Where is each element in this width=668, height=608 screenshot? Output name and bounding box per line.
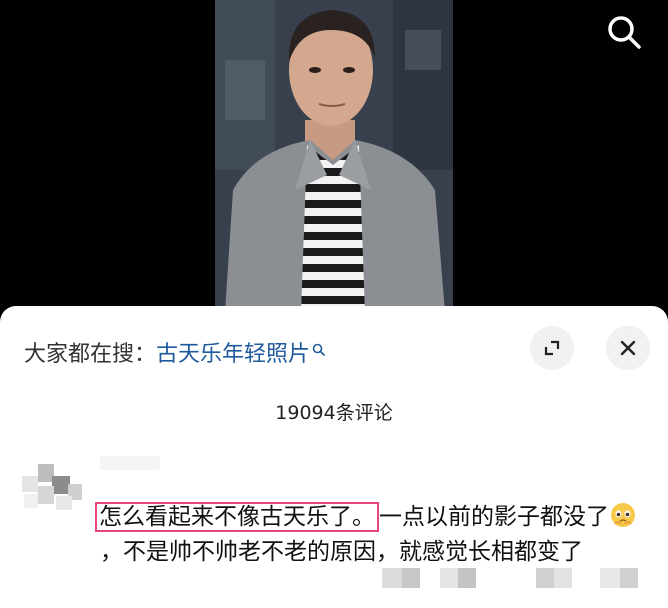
search-small-icon (312, 338, 326, 363)
hot-search-term-link[interactable]: 古天乐年轻照片 (156, 342, 310, 367)
hot-search-prefix: 大家都在搜： (24, 342, 157, 367)
avatar[interactable] (22, 456, 92, 526)
expand-button[interactable] (530, 326, 574, 370)
username[interactable] (100, 456, 160, 470)
comment-text-part1: 一点以前的影子都没了 (379, 504, 609, 530)
close-icon (620, 340, 636, 356)
screen: 大家都在搜：古天乐年轻照片 19094条评论 怎么看起来不像古天乐了。 一点以前… (0, 0, 668, 608)
pleading-face-emoji (610, 502, 636, 528)
close-button[interactable] (606, 326, 650, 370)
comment-sheet: 大家都在搜：古天乐年轻照片 19094条评论 怎么看起来不像古天乐了。 一点以前… (0, 306, 668, 608)
comment-text: 怎么看起来不像古天乐了。 一点以前的影子都没了 ，不是帅不帅老不老的原因，就感觉长相… (95, 500, 640, 570)
comment-text-part2: ，不是帅不帅老不老的原因，就感觉长相都变了 (100, 539, 583, 565)
search-button[interactable] (604, 12, 644, 52)
hot-search-row: 大家都在搜：古天乐年轻照片 (24, 336, 326, 368)
video-image (215, 0, 453, 312)
video-player[interactable] (0, 0, 668, 312)
search-icon (608, 16, 641, 49)
highlighted-phrase: 怎么看起来不像古天乐了。 (95, 502, 379, 532)
comment-count: 19094条评论 (275, 402, 393, 424)
video-frame (215, 0, 453, 312)
expand-icon (544, 340, 560, 356)
